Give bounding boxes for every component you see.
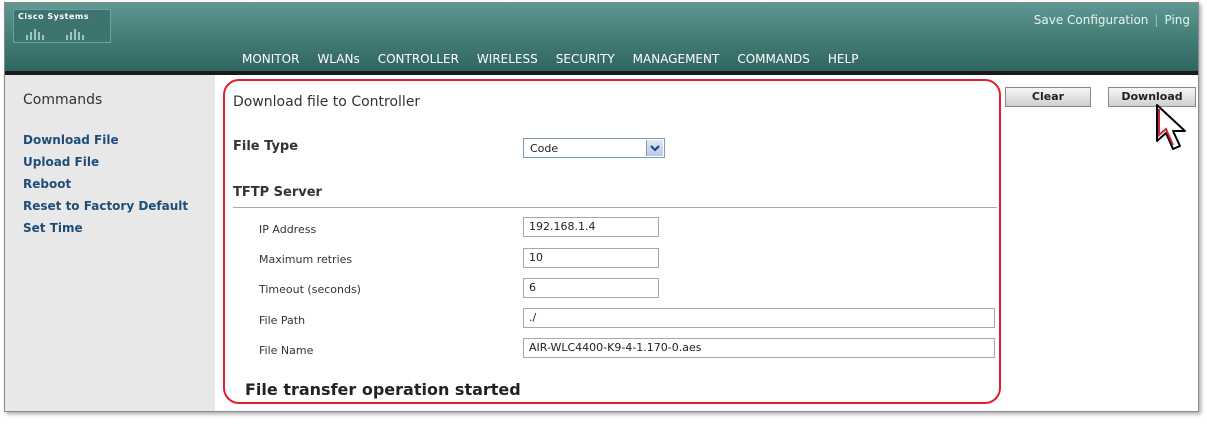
- timeout-input[interactable]: 6: [523, 278, 659, 298]
- menu-wireless[interactable]: WIRELESS: [468, 49, 547, 72]
- file-name-input[interactable]: AIR-WLC4400-K9-4-1.170-0.aes: [523, 338, 995, 358]
- menu-monitor[interactable]: MONITOR: [233, 49, 308, 72]
- sidebar-item-reset-to-factory-default[interactable]: Reset to Factory Default: [23, 199, 188, 213]
- file-name-label: File Name: [259, 344, 314, 357]
- sidebar: Commands Download File Upload File Reboo…: [5, 75, 215, 411]
- file-path-label: File Path: [259, 314, 306, 327]
- main-menu: MONITOR WLANs CONTROLLER WIRELESS SECURI…: [233, 49, 868, 75]
- cisco-bridge-icon: [26, 29, 84, 40]
- ping-link[interactable]: Ping: [1164, 13, 1190, 27]
- sidebar-item-download-file[interactable]: Download File: [23, 133, 188, 147]
- cisco-logo: Cisco Systems: [13, 9, 111, 43]
- file-type-select[interactable]: Code: [523, 138, 665, 158]
- sidebar-nav: Download File Upload File Reboot Reset t…: [23, 133, 188, 243]
- controller-window: Cisco Systems Save Configuration | Ping …: [4, 2, 1199, 412]
- ip-address-label: IP Address: [259, 223, 317, 236]
- menu-help[interactable]: HELP: [819, 49, 868, 72]
- sidebar-item-upload-file[interactable]: Upload File: [23, 155, 188, 169]
- chevron-down-icon[interactable]: [646, 140, 663, 156]
- sidebar-title: Commands: [23, 92, 103, 108]
- header-separator: |: [1154, 13, 1159, 27]
- menu-commands[interactable]: COMMANDS: [728, 49, 819, 75]
- mouse-pointer-icon: [1156, 104, 1186, 150]
- clear-button[interactable]: Clear: [1005, 87, 1091, 107]
- section-divider: [233, 207, 997, 208]
- tftp-server-heading: TFTP Server: [233, 185, 322, 200]
- status-message: File transfer operation started: [245, 380, 521, 399]
- sidebar-item-reboot[interactable]: Reboot: [23, 177, 188, 191]
- header-bar: Cisco Systems Save Configuration | Ping …: [5, 3, 1198, 75]
- logo-text: Cisco Systems: [18, 12, 89, 21]
- timeout-label: Timeout (seconds): [259, 283, 361, 296]
- file-path-input[interactable]: ./: [523, 308, 995, 328]
- header-links: Save Configuration | Ping: [1034, 13, 1190, 27]
- menu-wlans[interactable]: WLANs: [308, 49, 368, 72]
- menu-management[interactable]: MANAGEMENT: [624, 49, 729, 72]
- file-type-label: File Type: [233, 139, 299, 154]
- save-configuration-link[interactable]: Save Configuration: [1034, 13, 1149, 27]
- sidebar-item-set-time[interactable]: Set Time: [23, 221, 188, 235]
- ip-address-input[interactable]: 192.168.1.4: [523, 217, 659, 237]
- menu-security[interactable]: SECURITY: [547, 49, 624, 72]
- maximum-retries-input[interactable]: 10: [523, 248, 659, 268]
- maximum-retries-label: Maximum retries: [259, 253, 353, 266]
- file-type-value: Code: [530, 142, 559, 155]
- page-title: Download file to Controller: [233, 94, 421, 110]
- menu-controller[interactable]: CONTROLLER: [369, 49, 468, 72]
